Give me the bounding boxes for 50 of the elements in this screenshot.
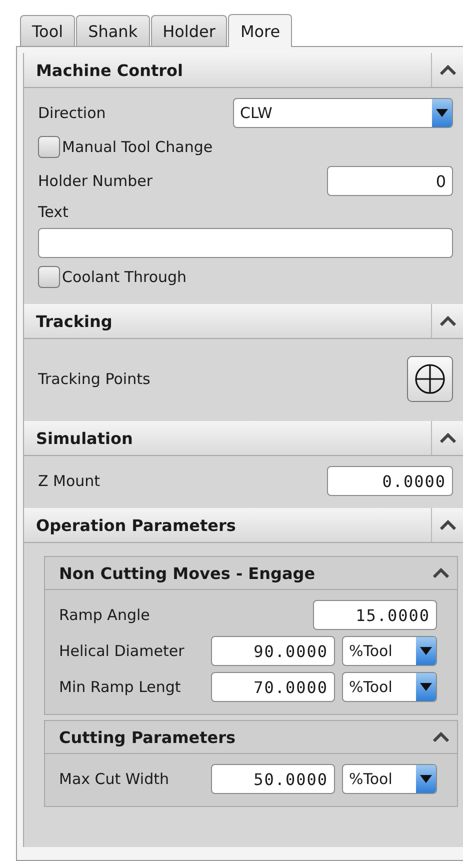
dropdown-arrow-icon: [436, 109, 448, 117]
section-title: Simulation: [36, 428, 133, 448]
unit-dropdown[interactable]: %Tool: [342, 636, 437, 666]
crosshair-icon: [413, 362, 447, 396]
field-label: Direction: [38, 104, 107, 122]
section-header[interactable]: Machine Control: [24, 53, 463, 88]
checkbox-label: Manual Tool Change: [62, 138, 213, 156]
field-label: Z Mount: [38, 472, 102, 490]
number-field[interactable]: 90.0000: [211, 636, 335, 666]
checkbox[interactable]: [38, 136, 60, 158]
number-field[interactable]: 50.0000: [211, 764, 335, 794]
section-title: Machine Control: [36, 60, 184, 80]
caret-up-icon[interactable]: [440, 520, 456, 530]
field-label: Holder Number: [38, 172, 154, 190]
tab[interactable]: Shank: [76, 15, 150, 46]
section-title: Tracking: [36, 312, 112, 330]
subsection-title: Cutting Parameters: [59, 728, 236, 746]
field-label: Max Cut Width: [59, 770, 170, 788]
unit-dropdown[interactable]: %Tool: [342, 672, 437, 702]
number-field[interactable]: 0: [327, 166, 453, 196]
number-field[interactable]: 0.0000: [327, 466, 453, 496]
crosshair-button[interactable]: [407, 356, 453, 402]
number-field[interactable]: 70.0000: [211, 672, 335, 702]
number-field[interactable]: 15.0000: [313, 600, 437, 630]
field-label: Ramp Angle: [59, 606, 151, 624]
caret-up-icon[interactable]: [440, 316, 456, 326]
caret-up-icon[interactable]: [440, 433, 456, 443]
field-label: Helical Diameter: [59, 642, 186, 660]
section-header[interactable]: Tracking: [24, 304, 463, 339]
section-title: Operation Parameters: [36, 516, 236, 534]
checkbox[interactable]: [38, 266, 60, 288]
field-label: Tracking Points: [38, 370, 152, 388]
checkbox-label: Coolant Through: [62, 268, 187, 286]
dropdown-arrow-icon: [420, 775, 432, 783]
tab[interactable]: More: [228, 14, 292, 47]
subsection-title: Non Cutting Moves - Engage: [59, 564, 316, 582]
caret-up-icon[interactable]: [433, 568, 449, 578]
section-header[interactable]: Operation Parameters: [24, 508, 463, 543]
tab[interactable]: Tool: [20, 15, 76, 46]
unit-dropdown[interactable]: %Tool: [342, 764, 437, 794]
field-label: Min Ramp Lengt: [59, 678, 182, 696]
field-label: Text: [38, 203, 70, 221]
caret-up-icon[interactable]: [440, 65, 456, 75]
tab[interactable]: Holder: [150, 15, 228, 46]
direction-dropdown[interactable]: CLW: [233, 98, 453, 128]
dropdown-arrow-icon: [420, 683, 432, 691]
dropdown-arrow-icon: [420, 647, 432, 655]
text-field[interactable]: [38, 228, 453, 258]
section-header[interactable]: Simulation: [24, 421, 463, 456]
caret-up-icon[interactable]: [433, 732, 449, 742]
